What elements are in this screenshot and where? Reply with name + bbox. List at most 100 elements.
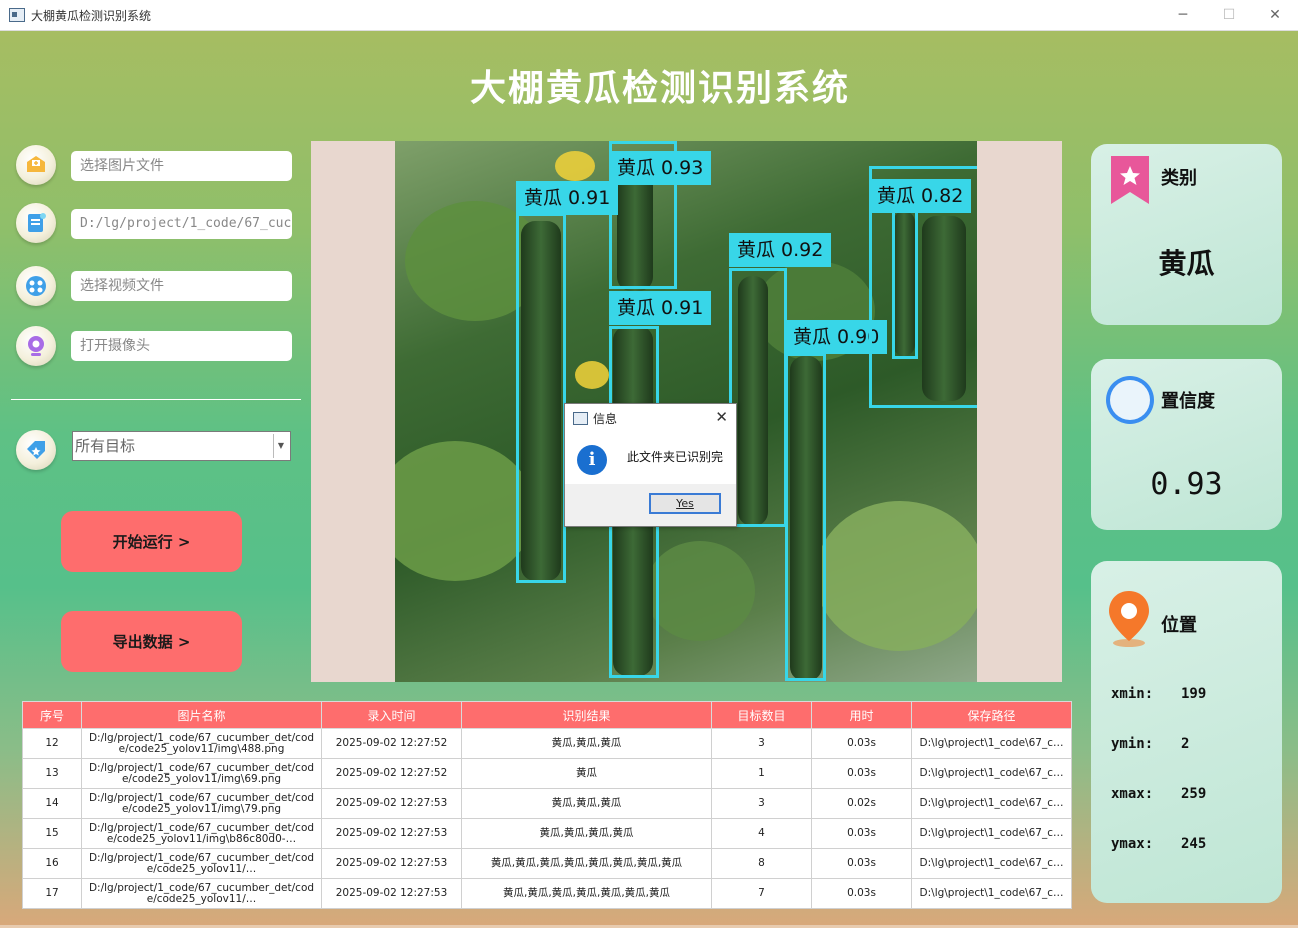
sidebar-divider [11, 399, 301, 400]
duration-cell: 0.03s [811, 848, 912, 879]
row-index: 17 [22, 878, 82, 909]
result-cell: 黄瓜,黄瓜,黄瓜,黄瓜,黄瓜,黄瓜,黄瓜,黄瓜 [461, 848, 712, 879]
save-path-cell: D:\lg\project\1_code\67_c… [911, 848, 1072, 879]
video-icon[interactable] [16, 266, 56, 306]
category-title: 类别 [1161, 168, 1197, 189]
close-button[interactable]: ✕ [1252, 0, 1298, 30]
row-index: 12 [22, 728, 82, 759]
save-path-cell: D:\lg\project\1_code\67_c… [911, 728, 1072, 759]
target-select[interactable]: 所有目标 ▼ [72, 431, 291, 461]
save-path-cell: D:\lg\project\1_code\67_c… [911, 878, 1072, 909]
detection-box [729, 268, 787, 527]
xmax-value: 259 [1181, 786, 1207, 802]
result-cell: 黄瓜,黄瓜,黄瓜,黄瓜 [461, 818, 712, 849]
results-table[interactable]: 序号 图片名称 录入时间 识别结果 目标数目 用时 保存路径 12 D:/lg/… [22, 701, 1072, 909]
column-header[interactable]: 保存路径 [911, 701, 1072, 729]
save-path-cell: D:\lg\project\1_code\67_c… [911, 758, 1072, 789]
table-row[interactable]: 17 D:/lg/project/1_code/67_cucumber_det/… [22, 878, 1072, 909]
result-cell: 黄瓜 [461, 758, 712, 789]
column-header[interactable]: 识别结果 [461, 701, 712, 729]
row-index: 14 [22, 788, 82, 819]
run-button[interactable]: 开始运行 > [61, 511, 242, 572]
column-header[interactable]: 图片名称 [81, 701, 322, 729]
chevron-down-icon[interactable]: ▼ [273, 434, 288, 458]
xmin-label: xmin: [1111, 686, 1154, 702]
time-cell: 2025-09-02 12:27:53 [321, 788, 462, 819]
minimize-button[interactable]: ─ [1160, 0, 1206, 30]
column-header[interactable]: 目标数目 [711, 701, 812, 729]
image-folder-icon[interactable] [16, 145, 56, 185]
count-cell: 3 [711, 728, 812, 759]
dialog-body: i 此文件夹已识别完 [565, 432, 736, 484]
ymax-label: ymax: [1111, 836, 1154, 852]
dialog-message: 此文件夹已识别完 [627, 450, 724, 464]
video-file-input[interactable]: 选择视频文件 [71, 271, 292, 301]
dialog-close-icon[interactable]: ✕ [715, 408, 728, 426]
duration-cell: 0.03s [811, 818, 912, 849]
page-title: 大棚黄瓜检测识别系统 [469, 68, 850, 109]
flower-shape [555, 151, 595, 181]
result-cell: 黄瓜,黄瓜,黄瓜 [461, 788, 712, 819]
duration-cell: 0.03s [811, 878, 912, 909]
table-row[interactable]: 12 D:/lg/project/1_code/67_cucumber_det/… [22, 728, 1072, 759]
duration-cell: 0.03s [811, 758, 912, 789]
table-row[interactable]: 15 D:/lg/project/1_code/67_cucumber_det/… [22, 818, 1072, 849]
column-header[interactable]: 录入时间 [321, 701, 462, 729]
row-index: 16 [22, 848, 82, 879]
ymax-row: ymax: 245 [1111, 836, 1206, 852]
confidence-card: 置信度 0.93 [1091, 359, 1282, 530]
leaf-shape [815, 501, 977, 651]
detection-box [516, 213, 566, 583]
ymin-value: 2 [1181, 736, 1190, 752]
ymin-row: ymin: 2 [1111, 736, 1189, 752]
category-card: 类别 黄瓜 [1091, 144, 1282, 325]
count-cell: 4 [711, 818, 812, 849]
time-cell: 2025-09-02 12:27:52 [321, 758, 462, 789]
image-name-cell: D:/lg/project/1_code/67_cucumber_det/cod… [81, 878, 322, 909]
camera-input[interactable]: 打开摄像头 [71, 331, 292, 361]
image-name-cell: D:/lg/project/1_code/67_cucumber_det/cod… [81, 848, 322, 879]
category-value: 黄瓜 [1158, 247, 1215, 280]
result-cell: 黄瓜,黄瓜,黄瓜 [461, 728, 712, 759]
detection-label: 黄瓜 0.82 [869, 179, 972, 213]
table-row[interactable]: 16 D:/lg/project/1_code/67_cucumber_det/… [22, 848, 1072, 879]
detection-label: 黄瓜 0.92 [729, 233, 832, 267]
document-folder-icon[interactable] [16, 203, 56, 243]
column-header[interactable]: 用时 [811, 701, 912, 729]
image-file-input[interactable]: 选择图片文件 [71, 151, 292, 181]
image-name-cell: D:/lg/project/1_code/67_cucumber_det/cod… [81, 758, 322, 789]
ymin-label: ymin: [1111, 736, 1154, 752]
leaf-shape [395, 441, 535, 581]
count-cell: 7 [711, 878, 812, 909]
duration-cell: 0.03s [811, 728, 912, 759]
confidence-value: 0.93 [1150, 467, 1223, 502]
column-header[interactable]: 序号 [22, 701, 82, 729]
window-title: 大棚黄瓜检测识别系统 [31, 8, 152, 23]
tag-icon [16, 430, 56, 470]
detection-label: 黄瓜 0.93 [609, 151, 712, 185]
time-cell: 2025-09-02 12:27:52 [321, 728, 462, 759]
info-icon: i [577, 445, 607, 475]
window-titlebar: 大棚黄瓜检测识别系统 ─ ☐ ✕ [0, 0, 1298, 31]
time-cell: 2025-09-02 12:27:53 [321, 878, 462, 909]
xmax-row: xmax: 259 [1111, 786, 1206, 802]
map-pin-icon [1109, 591, 1149, 647]
count-cell: 1 [711, 758, 812, 789]
detection-box [892, 201, 918, 359]
table-row[interactable]: 13 D:/lg/project/1_code/67_cucumber_det/… [22, 758, 1072, 789]
maximize-button[interactable]: ☐ [1206, 0, 1252, 30]
yes-button[interactable]: Yes [649, 493, 721, 514]
folder-path-input[interactable]: D:/lg/project/1_code/67_cucu [71, 209, 292, 239]
time-cell: 2025-09-02 12:27:53 [321, 818, 462, 849]
dialog-title: 信息 [593, 411, 618, 426]
camera-icon[interactable] [16, 326, 56, 366]
result-cell: 黄瓜,黄瓜,黄瓜,黄瓜,黄瓜,黄瓜,黄瓜 [461, 878, 712, 909]
export-button[interactable]: 导出数据 > [61, 611, 242, 672]
image-name-cell: D:/lg/project/1_code/67_cucumber_det/cod… [81, 788, 322, 819]
bookmark-star-icon [1111, 156, 1149, 204]
save-path-cell: D:\lg\project\1_code\67_c… [911, 818, 1072, 849]
info-dialog[interactable]: 信息 ✕ i 此文件夹已识别完 Yes [564, 403, 737, 527]
xmax-label: xmax: [1111, 786, 1154, 802]
table-row[interactable]: 14 D:/lg/project/1_code/67_cucumber_det/… [22, 788, 1072, 819]
xmin-value: 199 [1181, 686, 1207, 702]
